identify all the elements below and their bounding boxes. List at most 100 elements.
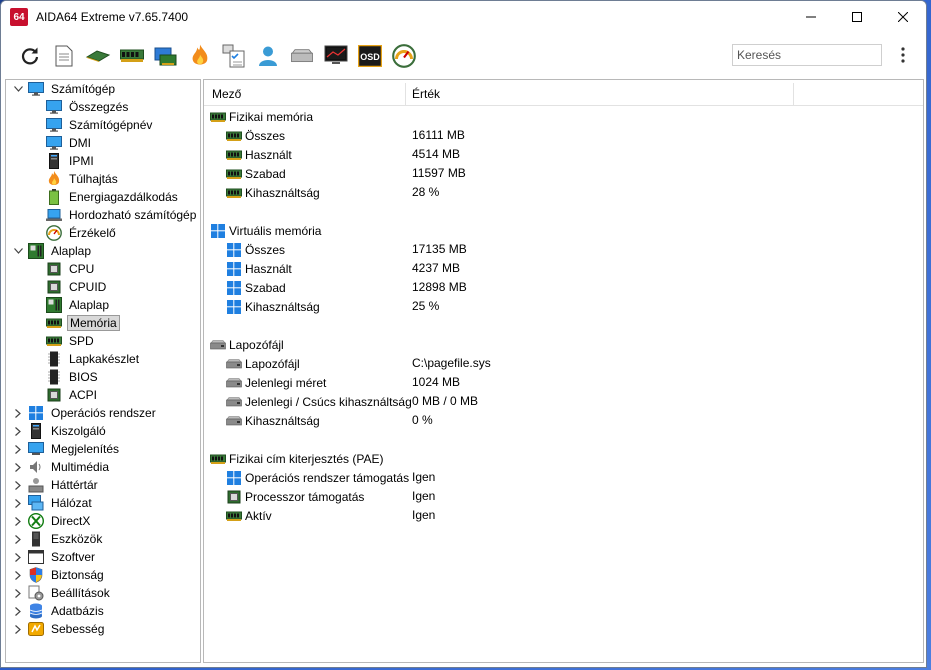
memory-toolbar-button[interactable] [115, 39, 149, 73]
tree-item[interactable]: Hordozható számítógép [46, 206, 198, 224]
tree-item[interactable]: Háttértár [12, 476, 100, 494]
detail-row[interactable]: Kihasználtság [226, 297, 320, 316]
chevron-right-icon[interactable] [12, 566, 24, 584]
detail-row[interactable]: Használt [226, 145, 292, 164]
group-header[interactable]: Lapozófájl [210, 335, 284, 354]
chevron-right-icon[interactable] [12, 476, 24, 494]
drive-toolbar-button[interactable] [285, 39, 319, 73]
tree-item[interactable]: Beállítások [12, 584, 112, 602]
field-label: Aktív [245, 508, 272, 523]
speaker-icon [28, 459, 44, 475]
detail-row[interactable]: Összes [226, 240, 285, 259]
column-header-field[interactable]: Mező [212, 87, 241, 101]
flame-toolbar-button[interactable] [183, 39, 217, 73]
detail-row[interactable]: Szabad [226, 164, 286, 183]
chevron-right-icon[interactable] [12, 494, 24, 512]
tree-item[interactable]: Eszközök [12, 530, 104, 548]
group-header[interactable]: Virtuális memória [210, 221, 321, 240]
chevron-down-icon[interactable] [12, 242, 24, 260]
chevron-right-icon[interactable] [12, 512, 24, 530]
tree-item[interactable]: Biztonság [12, 566, 106, 584]
motherboard-toolbar-button[interactable] [81, 39, 115, 73]
detail-row[interactable]: Szabad [226, 278, 286, 297]
tree-item[interactable]: ACPI [46, 386, 99, 404]
tree-item[interactable]: Megjelenítés [12, 440, 121, 458]
minimize-button[interactable] [788, 1, 834, 33]
group-header[interactable]: Fizikai cím kiterjesztés (PAE) [210, 449, 383, 468]
field-label: Operációs rendszer támogatás [245, 470, 410, 485]
tree-item-label: Érzékelő [69, 226, 116, 240]
tree-item[interactable]: DMI [46, 134, 93, 152]
user-toolbar-button[interactable] [251, 39, 285, 73]
tree-item[interactable]: Adatbázis [12, 602, 106, 620]
tree-item[interactable]: Sebesség [12, 620, 106, 638]
chevron-right-icon[interactable] [12, 530, 24, 548]
user-icon [257, 45, 279, 67]
detail-row[interactable]: Lapozófájl [226, 354, 300, 373]
tree-item[interactable]: Számítógépnév [46, 116, 154, 134]
chevron-right-icon[interactable] [12, 440, 24, 458]
field-value: C:\pagefile.sys [412, 356, 491, 370]
tree-item[interactable]: CPU [46, 260, 96, 278]
tree-item[interactable]: Alaplap [46, 296, 111, 314]
cpu-icon [46, 279, 62, 295]
detail-pane: Mező Érték Fizikai memória Összes 16111 MB… [203, 79, 924, 663]
tree-item[interactable]: IPMI [46, 152, 96, 170]
tree-item[interactable]: Számítógép [12, 80, 117, 98]
detail-row[interactable]: Aktív [226, 506, 272, 525]
detail-row[interactable]: Kihasználtság [226, 183, 320, 202]
windows-icon [226, 280, 242, 296]
chevron-right-icon[interactable] [12, 422, 24, 440]
network-audit-toolbar-button[interactable] [217, 39, 251, 73]
osd-toolbar-button[interactable]: OSD [353, 39, 387, 73]
tree-item[interactable]: Memória [46, 314, 120, 332]
group-label: Virtuális memória [229, 223, 322, 238]
tree-item[interactable]: Alaplap [12, 242, 93, 260]
more-menu-button[interactable] [891, 44, 915, 66]
detail-row[interactable]: Összes [226, 126, 285, 145]
tree-item[interactable]: Érzékelő [46, 224, 118, 242]
tree-item[interactable]: Hálózat [12, 494, 94, 512]
tree-item[interactable]: Lapkakészlet [46, 350, 141, 368]
tree-item[interactable]: Kiszolgáló [12, 422, 108, 440]
chevron-right-icon[interactable] [12, 458, 24, 476]
tree-item[interactable]: Túlhajtás [46, 170, 120, 188]
chevron-right-icon[interactable] [12, 548, 24, 566]
field-value: 11597 MB [412, 166, 466, 180]
flame-icon [46, 171, 62, 187]
chevron-right-icon[interactable] [12, 602, 24, 620]
group-header[interactable]: Fizikai memória [210, 107, 313, 126]
refresh-toolbar-button[interactable] [13, 39, 47, 73]
group-label: Fizikai memória [229, 109, 314, 124]
report-toolbar-button[interactable] [47, 39, 81, 73]
maximize-button[interactable] [834, 1, 880, 33]
tree-item[interactable]: Összegzés [46, 98, 130, 116]
detail-row[interactable]: Processzor támogatás [226, 487, 364, 506]
chevron-right-icon[interactable] [12, 404, 24, 422]
detail-row[interactable]: Jelenlegi méret [226, 373, 326, 392]
tree-item[interactable]: Multimédia [12, 458, 111, 476]
detail-row[interactable]: Kihasználtság [226, 411, 320, 430]
search-input[interactable] [732, 44, 882, 66]
tree-item[interactable]: Szoftver [12, 548, 97, 566]
monitor-toolbar-button[interactable] [319, 39, 353, 73]
chevron-right-icon[interactable] [12, 620, 24, 638]
memory-icon [226, 166, 242, 182]
detail-row[interactable]: Jelenlegi / Csúcs kihasználtság [226, 392, 412, 411]
gauge-toolbar-button[interactable] [387, 39, 421, 73]
tree-item[interactable]: DirectX [12, 512, 92, 530]
chevron-down-icon[interactable] [12, 80, 24, 98]
tree-item[interactable]: BIOS [46, 368, 100, 386]
close-button[interactable] [880, 1, 926, 33]
tree-item[interactable]: SPD [46, 332, 96, 350]
detail-row[interactable]: Használt [226, 259, 292, 278]
column-header-value[interactable]: Érték [412, 87, 440, 101]
tree-item[interactable]: CPUID [46, 278, 108, 296]
tree-item[interactable]: Energiagazdálkodás [46, 188, 180, 206]
network-card-toolbar-button[interactable] [149, 39, 183, 73]
tree-item[interactable]: Operációs rendszer [12, 404, 158, 422]
detail-row[interactable]: Operációs rendszer támogatás [226, 468, 409, 487]
field-value: Igen [412, 470, 436, 484]
chevron-right-icon[interactable] [12, 584, 24, 602]
monitor-icon [28, 441, 44, 457]
